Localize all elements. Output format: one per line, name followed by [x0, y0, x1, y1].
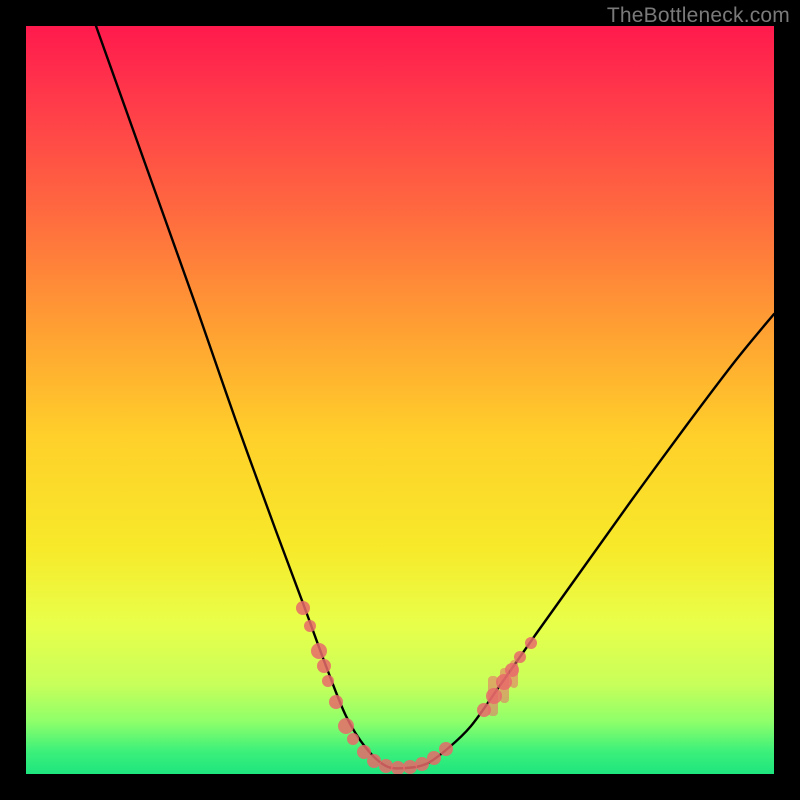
- highlight-dot: [486, 688, 502, 704]
- highlight-dot: [477, 703, 491, 717]
- highlight-dot: [338, 718, 354, 734]
- highlight-dot: [525, 637, 537, 649]
- highlight-dot: [415, 757, 429, 771]
- chart-frame: [26, 26, 774, 774]
- highlight-dot: [514, 651, 526, 663]
- highlight-dot: [322, 675, 334, 687]
- highlight-dot: [379, 759, 393, 773]
- highlight-dot: [505, 663, 519, 677]
- watermark-text: TheBottleneck.com: [607, 4, 790, 28]
- highlight-dot: [347, 733, 359, 745]
- highlight-dot: [391, 761, 405, 774]
- highlight-dot: [329, 695, 343, 709]
- highlight-dot: [439, 742, 453, 756]
- highlight-dot: [311, 643, 327, 659]
- highlight-dot: [427, 751, 441, 765]
- highlight-dot: [317, 659, 331, 673]
- bottleneck-curve: [96, 26, 774, 768]
- highlight-dot: [296, 601, 310, 615]
- highlight-dot: [304, 620, 316, 632]
- highlight-dot: [403, 760, 417, 774]
- bottleneck-curve-svg: [26, 26, 774, 774]
- highlight-dot: [367, 754, 381, 768]
- highlight-dots: [296, 601, 537, 774]
